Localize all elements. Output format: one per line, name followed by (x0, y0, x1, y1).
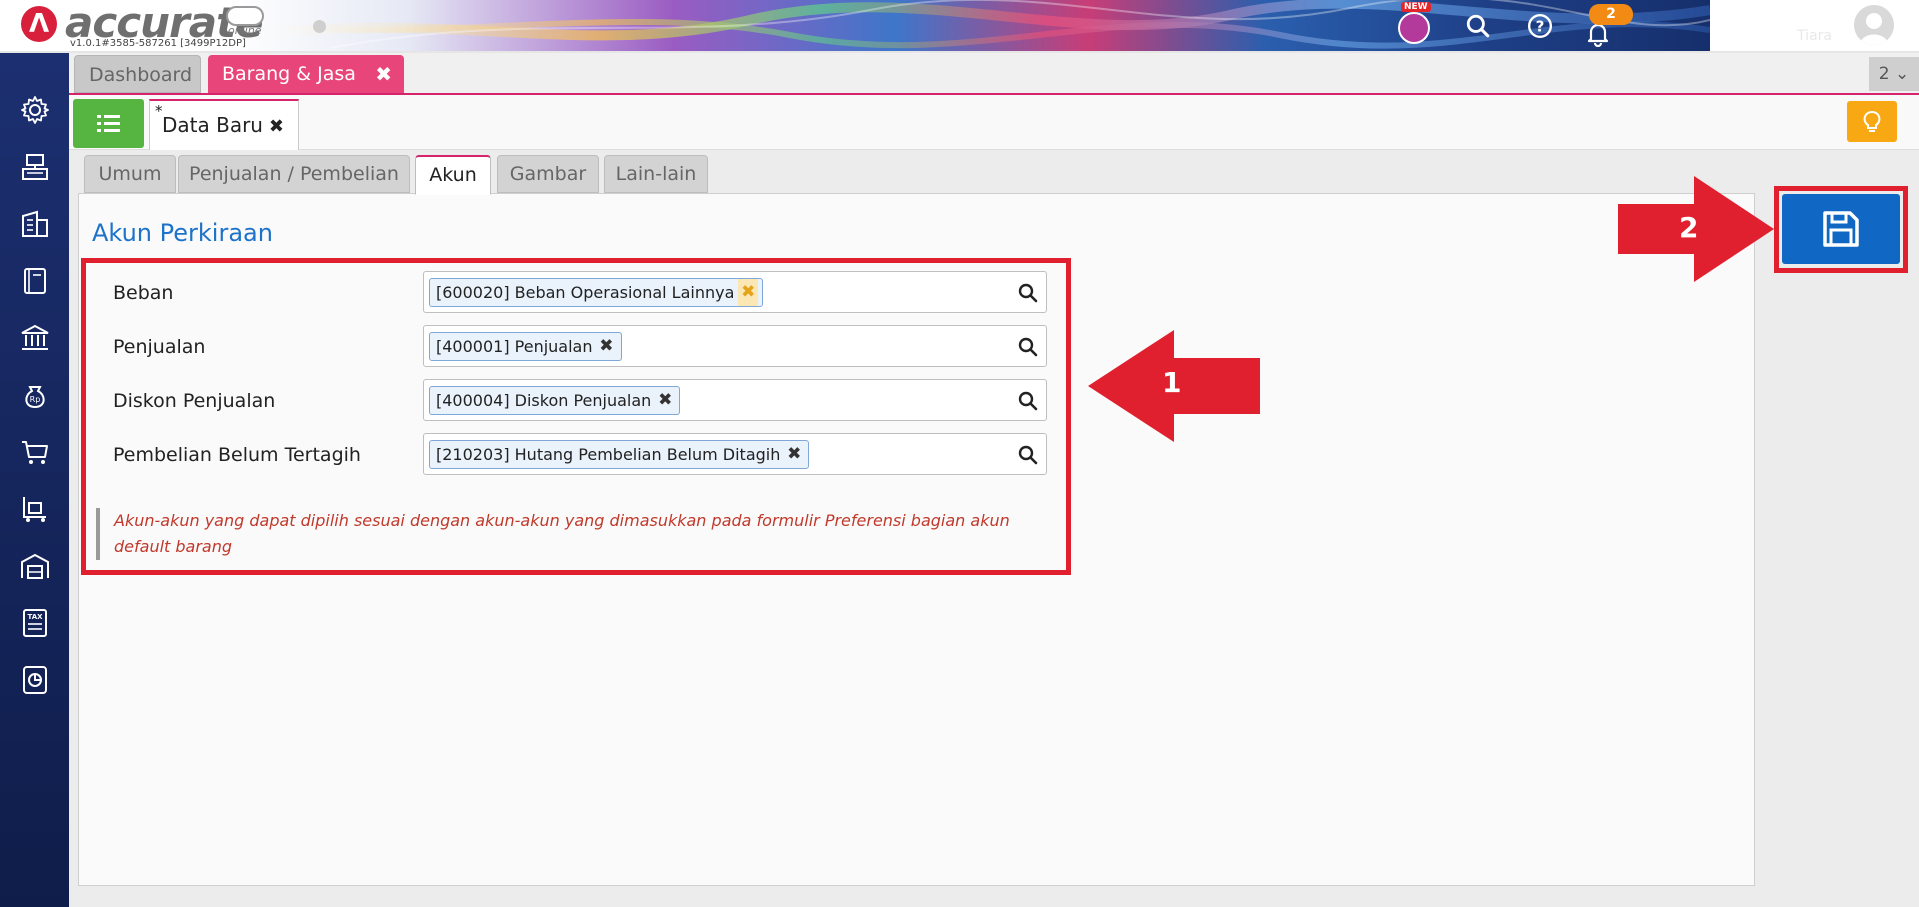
list-icon (96, 114, 120, 132)
tax-icon[interactable]: TAX (17, 605, 53, 641)
diskon-penjualan-label: Diskon Penjualan (113, 390, 276, 412)
beban-chip: [600020] Beban Operasional Lainnya ✖ (429, 278, 764, 307)
penjualan-value: [400001] Penjualan (436, 337, 593, 356)
tab-penjualan-pembelian-label: Penjualan / Pembelian (189, 163, 399, 185)
report-icon[interactable] (17, 662, 53, 698)
new-badge: NEW (1401, 2, 1431, 12)
form-panel: Akun Perkiraan Beban [600020] Beban Oper… (78, 193, 1755, 886)
search-icon[interactable] (1016, 281, 1040, 305)
trolley-icon[interactable] (17, 491, 53, 527)
remove-icon[interactable]: ✖ (658, 387, 672, 414)
search-icon[interactable] (1460, 8, 1496, 44)
penjualan-label: Penjualan (113, 336, 206, 358)
status-dot (313, 20, 326, 33)
penjualan-field[interactable]: [400001] Penjualan ✖ (423, 325, 1047, 367)
penjualan-chip: [400001] Penjualan ✖ (429, 332, 622, 361)
floppy-disk-icon (1823, 211, 1859, 247)
remove-icon[interactable]: ✖ (599, 333, 613, 360)
tab-dashboard[interactable]: Dashboard (74, 55, 201, 93)
tab-barang-jasa[interactable]: Barang & Jasa ✖ (208, 55, 404, 93)
accurate-logo-icon: Λ (21, 6, 57, 42)
tab-umum-label: Umum (98, 163, 162, 185)
pembelian-belum-tertagih-label: Pembelian Belum Tertagih (113, 444, 361, 466)
diskon-penjualan-chip: [400004] Diskon Penjualan ✖ (429, 386, 681, 415)
tab-dashboard-label: Dashboard (89, 64, 193, 86)
document-toolbar: * Data Baru ✖ (69, 95, 1919, 150)
list-view-button[interactable] (73, 99, 144, 148)
section-title: Akun Perkiraan (92, 219, 273, 247)
warehouse-icon[interactable] (17, 548, 53, 584)
remove-icon[interactable]: ✖ (738, 279, 759, 306)
search-icon[interactable] (1016, 389, 1040, 413)
svg-text:Rp: Rp (30, 395, 41, 404)
main-tab-bar: Dashboard Barang & Jasa ✖ 2 ⌄ (69, 53, 1919, 95)
cashier-icon[interactable] (17, 149, 53, 185)
pembelian-belum-tertagih-value: [210203] Hutang Pembelian Belum Ditagih (436, 445, 781, 464)
gear-icon[interactable] (17, 92, 53, 128)
tab-barang-jasa-label: Barang & Jasa (222, 63, 356, 85)
lightbulb-icon (1863, 110, 1881, 132)
help-icon[interactable]: ? (1522, 8, 1558, 44)
chevron-down-icon: ⌄ (1894, 64, 1910, 84)
tab-gambar[interactable]: Gambar (497, 155, 599, 193)
book-icon[interactable] (17, 263, 53, 299)
mascot-icon (1398, 12, 1430, 44)
top-header: Λ accurate online v1.0.1#3585-587261 [34… (0, 0, 1919, 53)
avatar[interactable] (1852, 3, 1896, 47)
pembelian-belum-tertagih-field[interactable]: [210203] Hutang Pembelian Belum Ditagih … (423, 433, 1047, 475)
whats-new-button[interactable]: NEW (1396, 2, 1431, 44)
cloud-icon (226, 6, 264, 26)
diskon-penjualan-field[interactable]: [400004] Diskon Penjualan ✖ (423, 379, 1047, 421)
unsaved-marker: * (155, 102, 163, 120)
open-tabs-dropdown[interactable]: 2 ⌄ (1869, 57, 1919, 91)
tab-data-baru[interactable]: * Data Baru ✖ (149, 99, 299, 150)
search-icon[interactable] (1016, 335, 1040, 359)
tab-lain-lain-label: Lain-lain (615, 163, 697, 185)
annotation-arrow-2-label: 2 (1679, 211, 1699, 244)
open-tabs-count: 2 (1878, 64, 1890, 84)
svg-text:?: ? (1536, 17, 1545, 35)
annotation-arrow-1-label: 1 (1162, 366, 1182, 399)
money-bag-icon[interactable]: Rp (17, 377, 53, 413)
tab-lain-lain[interactable]: Lain-lain (604, 155, 708, 193)
beban-value: [600020] Beban Operasional Lainnya (436, 283, 735, 302)
app-version: v1.0.1#3585-587261 [3499P12DP] (70, 38, 246, 49)
cart-icon[interactable] (17, 434, 53, 470)
pembelian-belum-tertagih-chip: [210203] Hutang Pembelian Belum Ditagih … (429, 440, 810, 469)
building-icon[interactable] (17, 206, 53, 242)
annotation-highlight-box: Beban [600020] Beban Operasional Lainnya… (81, 258, 1071, 575)
sidebar: Rp TAX (0, 53, 69, 907)
tab-gambar-label: Gambar (509, 163, 587, 185)
tab-akun[interactable]: Akun (415, 155, 491, 195)
diskon-penjualan-value: [400004] Diskon Penjualan (436, 391, 652, 410)
user-name: Tiara (1797, 28, 1832, 44)
close-tab-icon[interactable]: ✖ (375, 55, 392, 93)
save-button[interactable] (1782, 194, 1900, 264)
remove-icon[interactable]: ✖ (787, 441, 801, 468)
beban-label: Beban (113, 282, 174, 304)
user-company-name[interactable]: Fifi Fashion (1700, 2, 1832, 26)
tab-penjualan-pembelian[interactable]: Penjualan / Pembelian (178, 155, 410, 193)
search-icon[interactable] (1016, 443, 1040, 467)
tab-data-baru-label: Data Baru (162, 113, 263, 137)
close-icon[interactable]: ✖ (269, 103, 284, 151)
notification-count-badge: 2 (1589, 4, 1633, 25)
info-note: Akun-akun yang dapat dipilih sesuai deng… (96, 508, 1026, 560)
logo-sub: online (228, 24, 262, 37)
tab-umum[interactable]: Umum (84, 155, 176, 193)
bank-icon[interactable] (17, 320, 53, 356)
beban-field[interactable]: [600020] Beban Operasional Lainnya ✖ (423, 271, 1047, 313)
tab-akun-label: Akun (429, 164, 477, 186)
tips-button[interactable] (1847, 101, 1897, 142)
svg-text:TAX: TAX (27, 613, 43, 621)
